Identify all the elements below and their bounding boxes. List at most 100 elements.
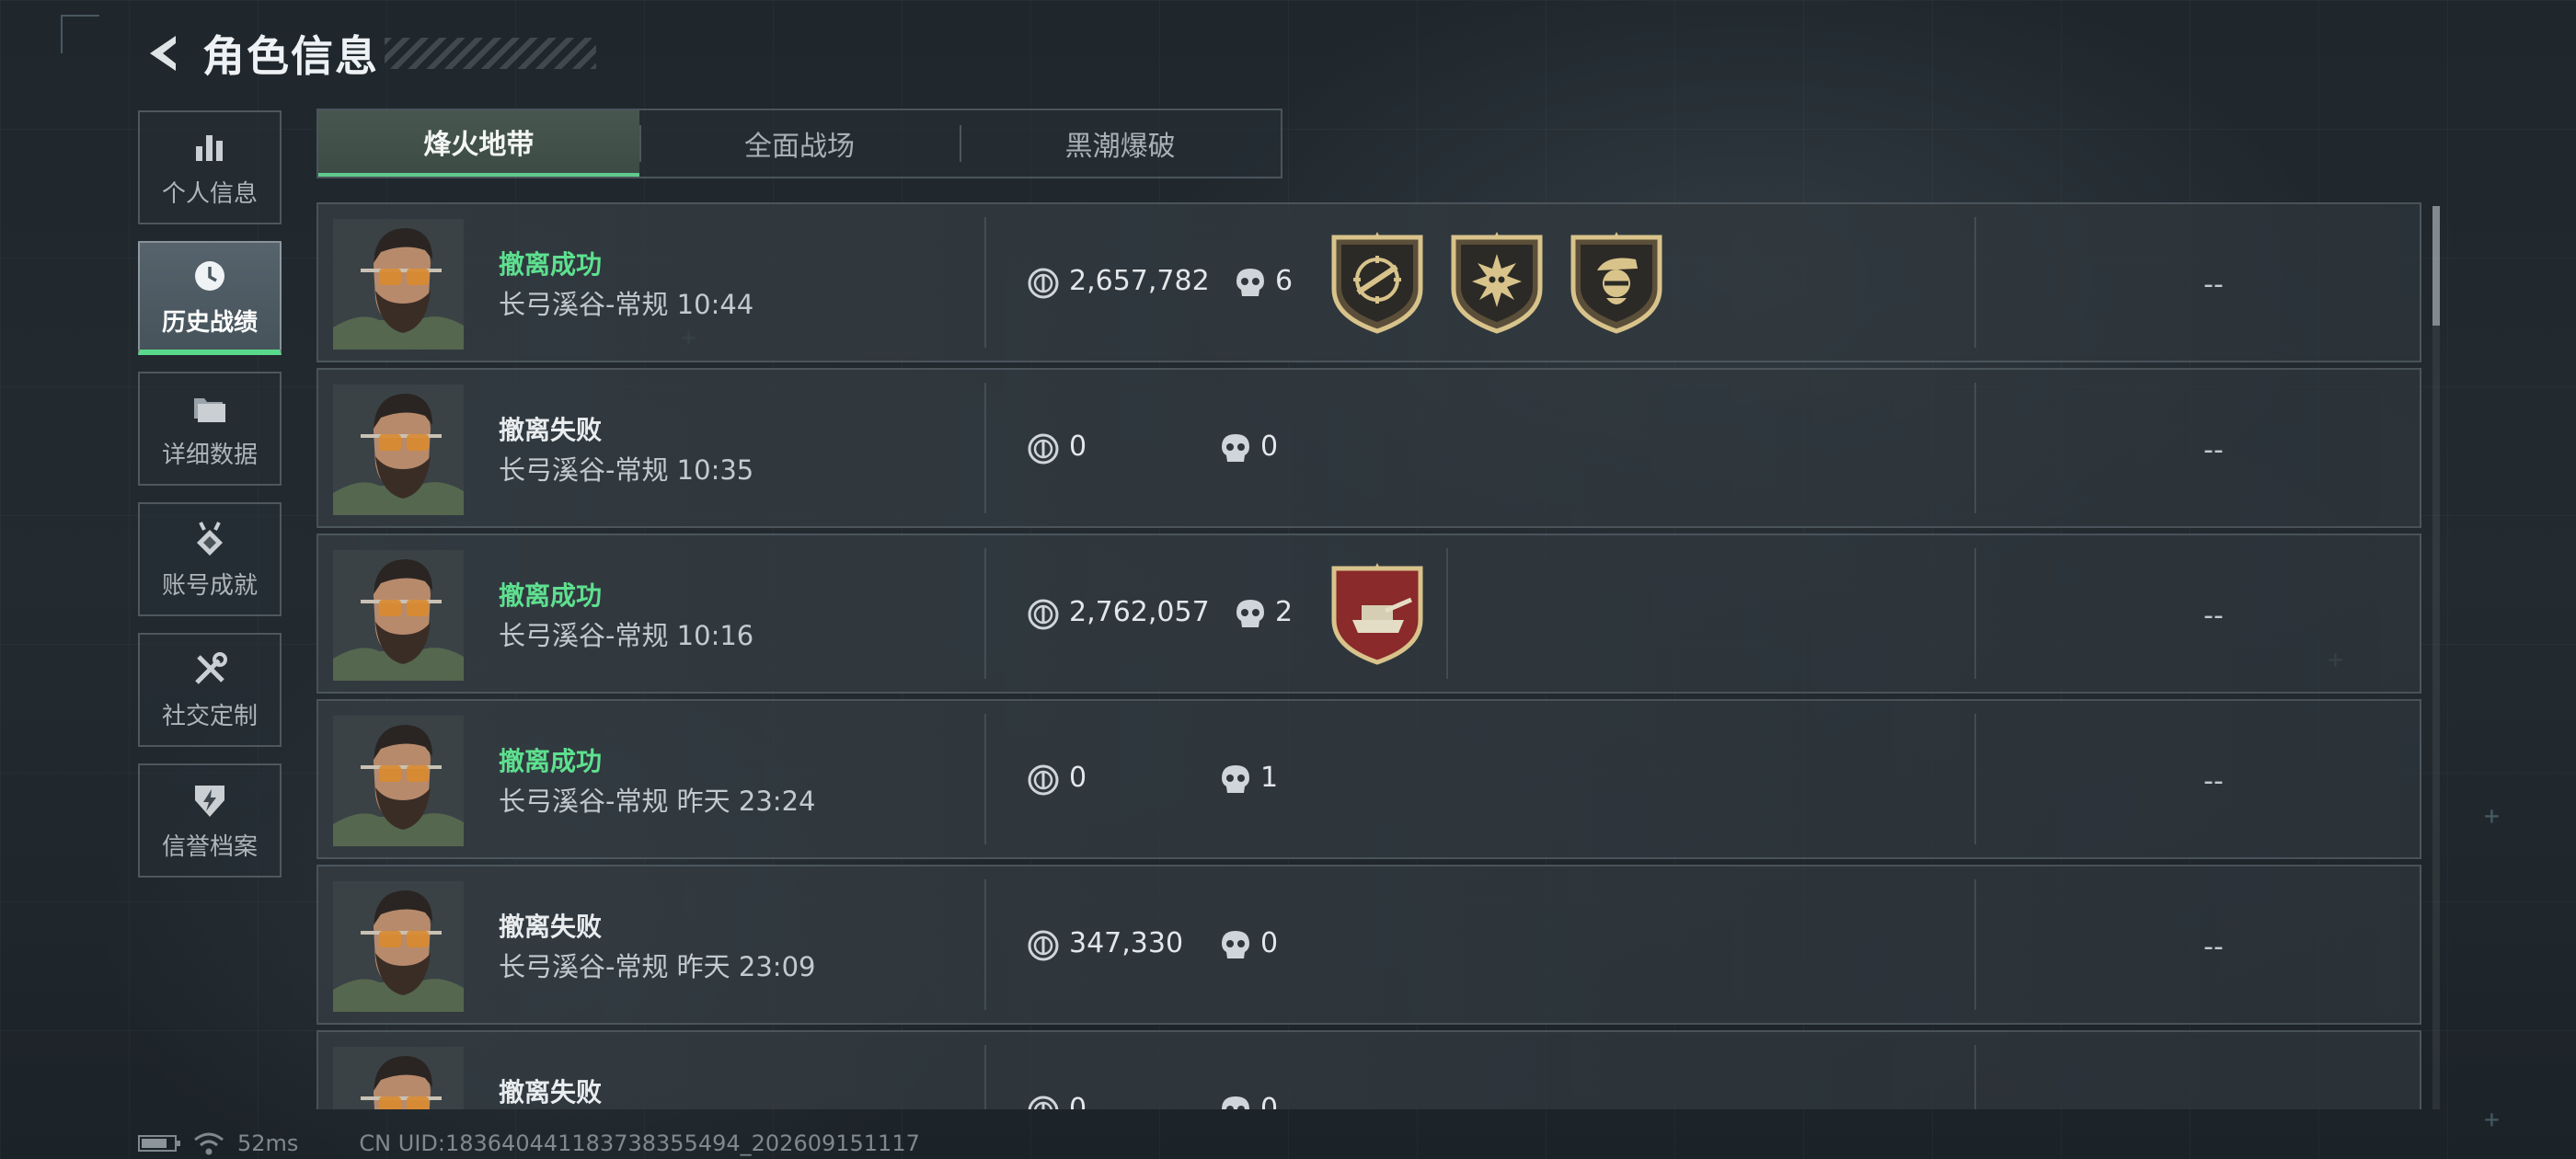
column-divider <box>1446 548 1448 679</box>
list-scrollbar[interactable] <box>2432 206 2440 1109</box>
sidebar-item-reputation[interactable]: 信誉档案 <box>138 763 282 878</box>
currency-icon <box>1027 763 1060 797</box>
sidebar-item-label: 信誉档案 <box>161 832 258 861</box>
soldier-beret-badge[interactable] <box>1570 232 1663 335</box>
map-mode-time: 长弓溪谷-常规 昨天 23:09 <box>499 951 816 982</box>
bar-chart-icon <box>190 127 230 167</box>
sidebar-item-label: 历史战绩 <box>161 308 258 337</box>
badge-list <box>1330 232 1663 335</box>
badge-list <box>1330 563 1424 666</box>
crosshair-rifle-badge[interactable] <box>1330 232 1424 335</box>
sidebar-item-detailed-data[interactable]: 详细数据 <box>138 372 282 486</box>
currency-icon <box>1027 598 1060 631</box>
match-row[interactable]: 撤离成功 长弓溪谷-常规 10:44 2,657,782 6 -- <box>316 202 2421 362</box>
tank-badge[interactable] <box>1330 563 1424 666</box>
match-row[interactable]: 撤离成功 长弓溪谷-常规 10:16 2,762,057 2 -- <box>316 534 2421 694</box>
grid-plus-mark: + <box>2484 1104 2500 1134</box>
column-divider <box>1974 383 1976 513</box>
column-divider <box>984 879 986 1010</box>
scrollbar-thumb[interactable] <box>2432 206 2440 326</box>
match-result: -- <box>2158 1096 2269 1109</box>
sidebar-item-label: 社交定制 <box>161 702 258 730</box>
sidebar-item-personal-info[interactable]: 个人信息 <box>138 110 282 224</box>
tab-fenghuo[interactable]: 烽火地带 <box>318 110 639 177</box>
currency-icon <box>1027 929 1060 962</box>
back-button[interactable] <box>138 28 190 79</box>
page-header: 角色信息 <box>138 20 596 86</box>
sidebar-item-social[interactable]: 社交定制 <box>138 633 282 747</box>
operator-avatar <box>333 1047 464 1109</box>
match-result: -- <box>2203 269 2224 301</box>
kill-count: 6 <box>1275 265 1294 297</box>
extraction-status: 撤离失败 <box>499 415 603 445</box>
column-divider <box>1974 879 1976 1010</box>
operator-avatar <box>333 550 464 681</box>
operator-avatar <box>333 881 464 1012</box>
column-divider <box>1974 714 1976 844</box>
tab-quanmian[interactable]: 全面战场 <box>638 110 960 177</box>
kills-skull-icon <box>1220 763 1251 797</box>
extracted-value: 0 <box>1069 762 1087 794</box>
ping-value: 52ms <box>237 1130 299 1156</box>
sidebar: 个人信息 历史战绩 详细数据 账号成就 社交定制 信誉档案 <box>138 110 285 894</box>
extracted-value: 2,657,782 <box>1069 265 1210 297</box>
kill-count: 2 <box>1275 596 1294 628</box>
currency-icon <box>1027 267 1060 300</box>
operator-avatar <box>333 384 464 515</box>
tab-heichao[interactable]: 黑潮爆破 <box>960 110 1281 177</box>
mode-tabs: 烽火地带 全面战场 黑潮爆破 <box>316 109 1282 178</box>
operator-avatar <box>333 219 464 350</box>
column-divider <box>984 714 986 844</box>
shield-bolt-icon <box>190 780 230 820</box>
folder-icon <box>190 388 230 429</box>
kills-skull-icon <box>1235 267 1266 300</box>
match-result: -- <box>2203 434 2224 466</box>
column-divider <box>984 1045 986 1109</box>
kill-count: 0 <box>1260 927 1279 959</box>
extracted-value: 0 <box>1069 430 1087 463</box>
extraction-status: 撤离失败 <box>499 912 603 942</box>
tools-icon <box>190 649 230 690</box>
corner-decoration <box>61 15 99 53</box>
match-row[interactable]: 撤离成功 长弓溪谷-常规 昨天 23:24 0 1 -- <box>316 699 2421 859</box>
kills-skull-icon <box>1220 432 1251 465</box>
medal-icon <box>190 519 230 559</box>
user-uid: CN UID:18364044118373835549​4_2026091511… <box>359 1130 920 1156</box>
title-decoration <box>385 38 596 69</box>
column-divider <box>1974 1045 1976 1109</box>
map-mode-time: 长弓溪谷-常规 10:44 <box>499 289 754 320</box>
match-row[interactable]: 撤离失败 长弓溪谷-常规 昨天 23:09 347,330 0 -- <box>316 865 2421 1025</box>
sidebar-item-label: 详细数据 <box>161 441 258 469</box>
back-arrow-icon <box>150 36 176 71</box>
battery-icon <box>138 1135 180 1152</box>
currency-icon <box>1027 1095 1060 1109</box>
kills-skull-icon <box>1220 1095 1251 1109</box>
extracted-value: 0 <box>1069 1093 1087 1109</box>
extraction-status: 撤离失败 <box>499 1077 603 1107</box>
kills-skull-icon <box>1235 598 1266 631</box>
match-row[interactable]: 撤离失败 0 0 -- <box>316 1030 2421 1109</box>
sidebar-item-achievements[interactable]: 账号成就 <box>138 502 282 616</box>
sidebar-item-label: 账号成就 <box>161 571 258 600</box>
kills-skull-icon <box>1220 929 1251 962</box>
clock-icon <box>190 256 230 296</box>
page-title: 角色信息 <box>202 31 379 81</box>
map-mode-time: 长弓溪谷-常规 10:35 <box>499 454 754 486</box>
sunburst-skull-badge[interactable] <box>1450 232 1544 335</box>
match-result: -- <box>2203 600 2224 632</box>
sidebar-item-history[interactable]: 历史战绩 <box>138 241 282 355</box>
column-divider <box>1974 217 1976 348</box>
extraction-status: 撤离成功 <box>499 746 603 776</box>
match-row[interactable]: 撤离失败 长弓溪谷-常规 10:35 0 0 -- <box>316 368 2421 528</box>
match-result: -- <box>2203 765 2224 798</box>
kill-count: 0 <box>1260 1093 1279 1109</box>
column-divider <box>1974 548 1976 679</box>
column-divider <box>984 217 986 348</box>
extracted-value: 2,762,057 <box>1069 596 1210 628</box>
sidebar-item-label: 个人信息 <box>161 179 258 208</box>
extracted-value: 347,330 <box>1069 927 1184 959</box>
wifi-icon <box>194 1132 224 1155</box>
map-mode-time: 长弓溪谷-常规 10:16 <box>499 620 754 651</box>
battery-level <box>142 1139 167 1148</box>
extraction-status: 撤离成功 <box>499 249 603 280</box>
